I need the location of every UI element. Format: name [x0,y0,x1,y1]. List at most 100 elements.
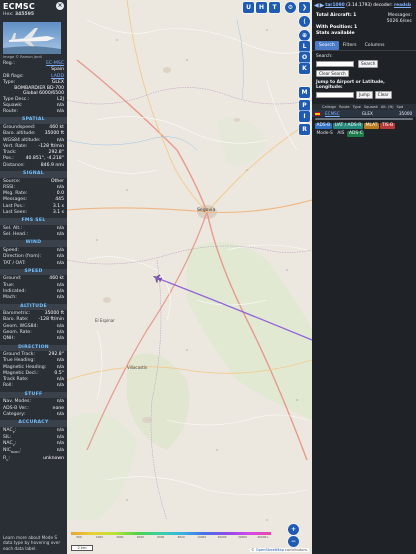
stuff-row: Category: n/a [0,412,67,418]
readsb-link[interactable]: readsb [394,3,411,8]
layer-m-button[interactable]: M [299,87,310,98]
altitude-tick-label: 8000 [177,535,185,539]
badge-uat: UAT / ADS-R [333,123,363,129]
signal-value: 3.1 s [52,210,64,216]
accuracy-row: RC: unknown [0,456,67,463]
layer-i-button[interactable]: I [299,111,310,122]
badge-mlat: MLAT [364,123,379,129]
layer-k-button[interactable]: K [299,63,310,74]
tab-columns[interactable]: Columns [361,41,389,50]
accuracy-row: NACP: n/a [0,428,67,435]
zoom-in-button[interactable]: + [288,524,299,535]
map-button-t[interactable]: T [269,2,280,13]
altitude-tick-label: 6000 [157,535,165,539]
fms-row: Sel. Head.: n/a [0,232,67,238]
signal-row: Last Seen: 3.1 s [0,210,67,216]
speed-value: n/a [56,295,64,301]
section-signal: SIGNAL [0,171,67,178]
back-icon[interactable]: ⟨ [299,16,310,27]
aircraft-photo[interactable] [3,22,61,54]
city-segovia: Segovia [197,208,216,213]
col-speed[interactable]: Spd [397,105,404,109]
map-button-u[interactable]: U [243,2,254,13]
zoom-out-button[interactable]: − [288,536,299,547]
center-icon[interactable]: ⊕ [299,30,310,41]
wind-list: Speed: n/a Direction (from): n/a TAT / OAT: n… [0,248,67,267]
row-altitude: 35000 [398,111,413,116]
altitude-tick-label: 10000 [197,535,207,539]
badge-tisb: TIS-B [380,123,395,129]
footer-hint: Learn more about Mode S data type by hov… [3,534,61,551]
jump-label: Jump to Airport or Latitude, Longitude: [316,79,385,90]
stats-block: Total Aircraft: 1 Messages: 5026.6/sec W… [312,11,416,39]
spain-flag-icon [315,112,320,116]
version-bar: ◀ ▶ tar1090 (3.14.1793) decoder: readsb [314,2,411,9]
tab-filters[interactable]: Filters [339,41,361,50]
col-altitude[interactable]: Alt. (ft) [381,105,394,109]
accuracy-value: n/a [56,448,64,454]
search-input[interactable] [316,60,354,67]
accuracy-row: NICBARO: n/a [0,448,67,455]
direction-value: n/a [56,383,64,389]
section-altitude: ALTITUDE [0,303,67,311]
arrow-left-icon[interactable]: ◀ [314,2,319,9]
col-squawk[interactable]: Squawk [364,105,378,109]
section-fms-sel: FMS SEL [0,218,67,225]
section-speed: SPEED [0,268,67,276]
spatial-list: Groundspeed: 460 kt Baro. altitude: 35000 f… [0,125,67,169]
search-area: Search: Search Clear Search Jump to Airp… [312,50,416,102]
search-button[interactable]: Search [358,60,379,68]
col-route[interactable]: Route [339,105,349,109]
tab-search[interactable]: Search [315,41,339,50]
altitude-tick-label: 500 [76,535,82,539]
tar1090-link[interactable]: tar1090 [325,3,344,8]
horizontal-scrollbar[interactable] [315,118,413,120]
layer-r-button[interactable]: R [299,124,310,135]
wind-value: n/a [56,260,64,266]
altitude-tick-label: 2000 [116,535,124,539]
altitude-list: Barometric: 35000 ft Baro. Rate: -128 ft/mi… [0,311,67,342]
map-attribution: © OpenStreetMap contributors. [250,548,309,552]
row-callsign[interactable]: ECMSC [325,111,340,116]
stats-available-label: Stats available [316,31,355,36]
table-row[interactable]: ECMSC GLEX 35000 [312,110,416,117]
speed-label: Mach: [3,295,17,301]
clear-search-button[interactable]: Clear Search [316,69,349,78]
wind-row: TAT / OAT: n/a [0,261,67,267]
map-button-h[interactable]: H [256,2,267,13]
badge-adsb: ADS-B [315,123,332,129]
direction-row: Roll: n/a [0,383,67,389]
badge-modes: Mode-S [316,130,333,136]
altitude-tick-label: 20000 [217,535,227,539]
source-legend: ADS-B UAT / ADS-R MLAT TIS-B Mode-S AIS … [312,121,416,139]
col-type[interactable]: Type [353,105,361,109]
jump-button[interactable]: Jump [356,91,373,99]
aircraft-header: ECMSC Hex: 345595 × [0,0,67,20]
direction-list: Ground Track: 292.8° True Heading: n/a Magne… [0,352,67,390]
spatial-label: Distance: [3,162,25,168]
altitude-color-legend: 500 1000 2000 4000 6000 8000 10000 20000 30000 40… [71,532,271,539]
close-icon[interactable]: × [56,2,64,10]
badge-adsc: ADS-C [347,130,365,137]
collapse-sidebar-button[interactable]: ❯ [299,2,310,13]
altitude-tick-label: 4000 [136,535,144,539]
col-callsign[interactable]: Callsign [322,105,336,109]
stuff-list: Nav. Modes: n/a ADS-B Ver.: none Category: n/… [0,399,67,418]
section-spatial: SPATIAL [0,117,67,124]
spatial-value: 846.9 nmi [40,162,64,168]
direction-label: Roll: [3,383,13,389]
altitude-tick-label: 30000 [238,535,247,539]
section-wind: WIND [0,240,67,247]
jump-input[interactable] [316,92,354,99]
clear-button[interactable]: Clear [374,91,392,99]
settings-gear-icon[interactable]: ⚙ [285,2,296,13]
fms-list: Sel. Alt.: n/a Sel. Head.: n/a [0,226,67,239]
layer-o-button[interactable]: O [299,52,310,63]
layer-p-button[interactable]: P [299,100,310,111]
osm-link[interactable]: OpenStreetMap [256,548,284,552]
layer-l-button[interactable]: L [299,41,310,52]
accuracy-list: NACP: n/a SIL: n/a NACV: n/a NICBARO: n/a RC: unk… [0,428,67,463]
map-view[interactable]: Segovia El Espinar Villacastín U H T ⚙ ❯… [67,0,312,554]
arrow-right-icon[interactable]: ▶ [320,2,325,9]
stuff-value: n/a [56,411,64,417]
